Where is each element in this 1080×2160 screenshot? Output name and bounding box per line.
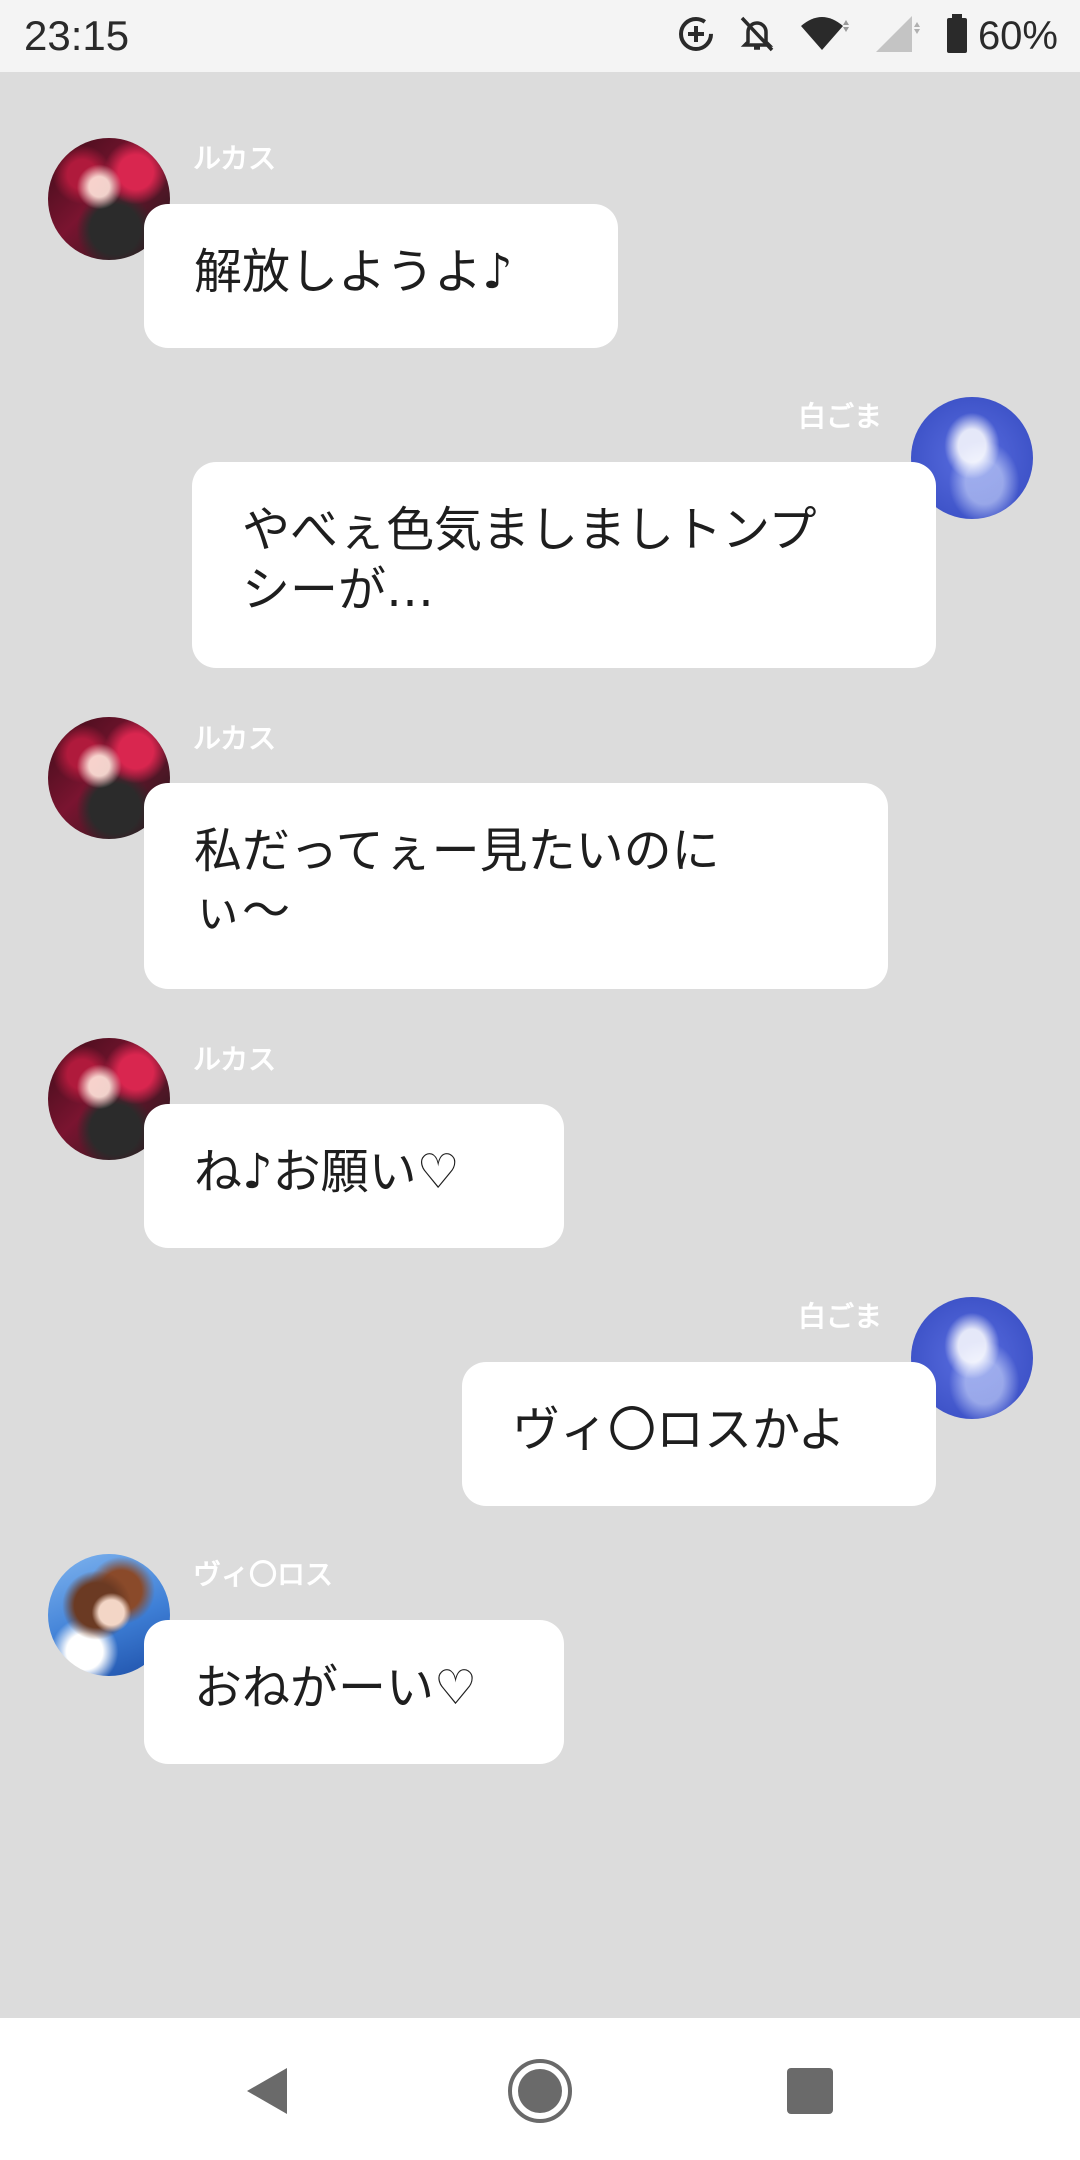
status-bar: 23:15 60% <box>0 0 1080 72</box>
message-text-line: 私だってぇー見たいのに <box>194 823 720 879</box>
sender-name: ルカス <box>193 142 277 175</box>
message-bubble[interactable]: ヴィ〇ロスかよ <box>462 1362 936 1506</box>
notifications-off-icon <box>738 14 776 58</box>
back-button[interactable] <box>233 2056 303 2126</box>
message-bubble[interactable]: おねがーい♡ <box>144 1620 564 1764</box>
battery-percent: 60% <box>977 13 1058 58</box>
navigation-bar <box>0 2018 1080 2160</box>
message-text: ね♪お願い♡ <box>194 1144 460 1200</box>
wifi-icon <box>798 14 852 58</box>
message-bubble[interactable]: ね♪お願い♡ <box>144 1104 564 1248</box>
sender-name: 白ごま <box>798 400 883 433</box>
message-text: ヴィ〇ロスかよ <box>512 1402 846 1458</box>
status-icons: 60% <box>654 12 1058 60</box>
sender-name: ルカス <box>193 1043 277 1076</box>
back-icon <box>247 2068 287 2114</box>
chat-area[interactable]: ルカス 解放しようよ♪ 白ごま やべぇ色気ましましトンプ シーが… ルカス 私だ… <box>0 72 1080 2018</box>
message-text-line: ぃ〜 <box>194 883 291 939</box>
battery-icon <box>946 14 968 58</box>
data-saver-icon <box>676 14 716 58</box>
recents-button[interactable] <box>775 2056 845 2126</box>
message-bubble[interactable]: やべぇ色気ましましトンプ シーが… <box>192 462 936 668</box>
message-bubble[interactable]: 解放しようよ♪ <box>144 204 618 348</box>
home-button[interactable] <box>505 2056 575 2126</box>
sender-name: ルカス <box>193 722 277 755</box>
sender-name: 白ごま <box>798 1300 883 1333</box>
home-icon <box>508 2059 572 2123</box>
message-text: おねがーい♡ <box>194 1660 478 1716</box>
message-text: 解放しようよ♪ <box>194 244 513 300</box>
message-text-line: やべぇ色気ましましトンプ <box>242 502 817 558</box>
signal-icon <box>874 14 924 58</box>
message-text-line: シーが… <box>242 562 435 618</box>
sender-name: ヴィ〇ロス <box>193 1558 334 1591</box>
message-bubble[interactable]: 私だってぇー見たいのに ぃ〜 <box>144 783 888 989</box>
recents-icon <box>787 2068 833 2114</box>
status-time: 23:15 <box>24 12 130 59</box>
